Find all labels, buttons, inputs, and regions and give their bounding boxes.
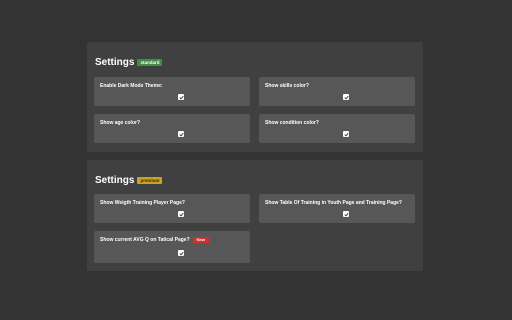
option-dark-mode: Enable Dark Mode Theme:: [94, 77, 250, 106]
option-age-color: Show age color?: [94, 114, 250, 143]
settings-panel-standard: Settings standard Enable Dark Mode Theme…: [87, 42, 423, 152]
option-training-table: Show Table Of Training in Youth Page and…: [259, 194, 415, 223]
age-color-checkbox[interactable]: [178, 131, 184, 137]
checkmark-icon: [178, 95, 184, 99]
avg-q-checkbox[interactable]: [178, 250, 184, 256]
condition-color-checkbox[interactable]: [343, 131, 349, 137]
checkmark-icon: [178, 251, 184, 255]
option-skills-color: Show skills color?: [259, 77, 415, 106]
checkmark-icon: [178, 212, 184, 216]
panel-title-text: Settings: [95, 57, 135, 68]
option-label: Show condition color?: [265, 120, 319, 126]
option-label: Show Weigth Training Player Page?: [100, 200, 185, 206]
panel-title: Settings premium: [95, 175, 163, 186]
skills-color-checkbox[interactable]: [343, 94, 349, 100]
option-label: Enable Dark Mode Theme:: [100, 83, 163, 89]
checkmark-icon: [178, 132, 184, 136]
option-avg-q: Show current AVG Q on Tatical Page? New: [94, 231, 250, 263]
option-weight-training: Show Weigth Training Player Page?: [94, 194, 250, 223]
new-badge: New: [192, 237, 209, 243]
option-label: Show skills color?: [265, 83, 309, 89]
option-label: Show Table Of Training in Youth Page and…: [265, 200, 402, 206]
option-condition-color: Show condition color?: [259, 114, 415, 143]
weight-training-checkbox[interactable]: [178, 211, 184, 217]
option-label-row: Show current AVG Q on Tatical Page? New: [100, 237, 209, 243]
option-label: Show age color?: [100, 120, 141, 126]
standard-badge: standard: [137, 59, 163, 66]
checkmark-icon: [343, 212, 349, 216]
checkmark-icon: [343, 95, 349, 99]
panel-title: Settings standard: [95, 57, 163, 68]
premium-badge: premium: [137, 177, 163, 184]
dark-mode-checkbox[interactable]: [178, 94, 184, 100]
settings-panel-premium: Settings premium Show Weigth Training Pl…: [87, 160, 423, 271]
option-label: Show current AVG Q on Tatical Page?: [100, 237, 190, 243]
training-table-checkbox[interactable]: [343, 211, 349, 217]
panel-title-text: Settings: [95, 175, 135, 186]
checkmark-icon: [343, 132, 349, 136]
